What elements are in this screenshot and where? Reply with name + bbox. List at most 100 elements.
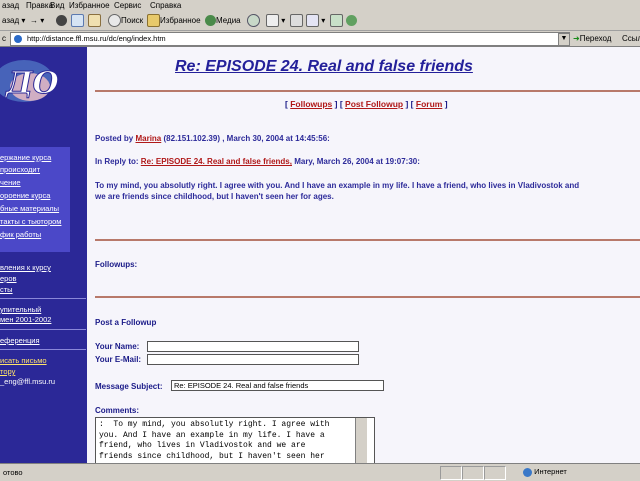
reply-to-prefix: In Reply to: xyxy=(95,157,139,166)
horizontal-rule xyxy=(95,90,640,92)
menu-favorites[interactable]: Избранное xyxy=(69,0,110,11)
menu-help[interactable]: Справка xyxy=(150,0,181,11)
star-icon xyxy=(147,14,160,28)
sidebar-item-entrance-exam[interactable]: упительный xyxy=(0,305,41,314)
media-button[interactable]: Медиа xyxy=(205,13,241,28)
comments-scrollbar[interactable] xyxy=(355,418,367,463)
toolbar: азад ▾ → ▾ Поиск Избранное Медиа ▾ ▾ xyxy=(0,11,640,31)
sidebar-item-materials[interactable]: бные материалы xyxy=(0,204,59,213)
post-followup-heading: Post a Followup xyxy=(95,318,157,327)
print-button[interactable] xyxy=(290,13,303,28)
search-button[interactable]: Поиск xyxy=(108,13,143,28)
followups-label: Followups: xyxy=(95,260,138,269)
reply-to-details: Mary, March 26, 2004 at 19:07:30: xyxy=(294,157,420,166)
sidebar-item-tutor-contacts[interactable]: такты с тьютором xyxy=(0,217,61,226)
menu-file[interactable]: азад xyxy=(2,0,19,11)
sidebar-item-course-structure[interactable]: ороение курса xyxy=(0,191,50,200)
history-icon xyxy=(247,14,260,28)
home-button[interactable] xyxy=(88,13,101,28)
subject-label: Message Subject: xyxy=(95,382,163,391)
status-pane xyxy=(440,466,462,480)
sidebar-divider xyxy=(0,349,86,350)
mail-icon xyxy=(266,14,279,28)
menu-edit[interactable]: Правка xyxy=(26,0,53,11)
posted-by-details: (82.151.102.39) , March 30, 2004 at 14:4… xyxy=(163,134,330,143)
sidebar-item-conference[interactable]: еференция xyxy=(0,336,40,345)
go-button[interactable]: ➜Переход xyxy=(573,32,611,45)
sidebar-divider xyxy=(0,298,86,299)
reply-to-link[interactable]: Re: EPISODE 24. Real and false friends, xyxy=(141,157,292,166)
stop-button[interactable] xyxy=(56,13,67,28)
comments-textarea[interactable]: : To my mind, you absolutly right. I agr… xyxy=(95,417,375,463)
sidebar-item-schedule[interactable]: фик работы xyxy=(0,230,41,239)
sidebar-item-exam-year[interactable]: мен 2001-2002 xyxy=(0,315,51,324)
refresh-button[interactable] xyxy=(71,13,84,28)
status-pane xyxy=(484,466,506,480)
sidebar: ДО ержание курса происходит чение ороени… xyxy=(0,47,87,463)
messenger-button[interactable] xyxy=(346,13,357,28)
address-bar: с http://distance.ffl.msu.ru/dc/eng/inde… xyxy=(0,31,640,47)
search-icon xyxy=(108,14,121,28)
menu-view[interactable]: Вид xyxy=(50,0,64,11)
followups-link[interactable]: Followups xyxy=(290,99,332,109)
nav-bracket: ] [ xyxy=(334,99,343,109)
media-icon xyxy=(205,15,216,27)
horizontal-rule xyxy=(95,296,640,298)
posted-by-line: Posted by Marina (82.151.102.39) , March… xyxy=(95,134,330,143)
zone-label: Интернет xyxy=(534,467,567,476)
back-label: азад xyxy=(2,16,20,25)
post-followup-link[interactable]: Post Followup xyxy=(345,99,403,109)
nav-bracket: ] [ xyxy=(405,99,414,109)
internet-zone-icon xyxy=(523,467,532,477)
status-bar: отово Интернет xyxy=(0,463,640,481)
post-body-line: To my mind, you absolutly right. I agree… xyxy=(95,181,580,190)
sidebar-item-course-content[interactable]: ержание курса xyxy=(0,153,51,162)
media-label: Медиа xyxy=(216,16,241,25)
edit-button[interactable]: ▾ xyxy=(306,13,325,28)
name-label: Your Name: xyxy=(95,342,140,351)
sidebar-item-to-author[interactable]: тору xyxy=(0,367,15,376)
discuss-button[interactable] xyxy=(330,13,343,28)
horizontal-rule xyxy=(95,239,640,241)
menu-bar: азад Правка Вид Избранное Сервис Справка xyxy=(0,0,640,11)
sidebar-item-news[interactable]: происходит xyxy=(0,165,40,174)
refresh-icon xyxy=(71,14,84,28)
do-logo: ДО xyxy=(0,60,58,102)
links-button[interactable]: Ссылк xyxy=(622,32,640,45)
page-viewport: ДО ержание курса происходит чение ороени… xyxy=(0,47,640,463)
address-url: http://distance.ffl.msu.ru/dc/eng/index.… xyxy=(27,34,166,43)
edit-icon xyxy=(306,14,319,28)
sidebar-item-course-notes[interactable]: вления к курсу xyxy=(0,263,51,272)
forum-post: Re: EPISODE 24. Real and false friends [… xyxy=(87,47,640,463)
svg-text:ДО: ДО xyxy=(4,66,58,101)
nav-bracket: [ xyxy=(285,99,288,109)
sidebar-item-write-letter[interactable]: исать письмо xyxy=(0,356,47,365)
forward-button[interactable]: → ▾ xyxy=(30,13,44,28)
search-label: Поиск xyxy=(121,16,144,25)
address-input[interactable]: http://distance.ffl.msu.ru/dc/eng/index.… xyxy=(10,32,570,46)
sidebar-item-learning[interactable]: чение xyxy=(0,178,21,187)
menu-tools[interactable]: Сервис xyxy=(114,0,141,11)
go-arrow-icon: ➜ xyxy=(573,34,580,43)
print-icon xyxy=(290,14,303,28)
sidebar-main-nav: ержание курса происходит чение ороение к… xyxy=(0,147,70,252)
page-icon xyxy=(14,35,22,43)
address-label: с xyxy=(2,34,6,43)
discuss-icon xyxy=(330,14,343,28)
sidebar-item-tests[interactable]: сты xyxy=(0,285,13,294)
email-input[interactable] xyxy=(147,354,359,365)
mail-button[interactable]: ▾ xyxy=(266,13,285,28)
stop-icon xyxy=(56,15,67,27)
favorites-button[interactable]: Избранное xyxy=(147,13,201,28)
nav-bracket: ] xyxy=(444,99,448,109)
history-button[interactable] xyxy=(247,13,260,28)
forum-link[interactable]: Forum xyxy=(416,99,442,109)
sidebar-item-lessons[interactable]: еров xyxy=(0,274,17,283)
author-link[interactable]: Marina xyxy=(135,134,161,143)
address-dropdown-button[interactable]: ▼ xyxy=(558,33,570,46)
name-input[interactable] xyxy=(147,341,359,352)
subject-input[interactable]: Re: EPISODE 24. Real and false friends xyxy=(171,380,384,391)
back-button[interactable]: азад ▾ xyxy=(2,13,25,28)
post-nav-links: [ Followups ] [ Post Followup ] [ Forum … xyxy=(285,99,448,109)
post-body-line: we are friends since childhood, but I ha… xyxy=(95,192,334,201)
